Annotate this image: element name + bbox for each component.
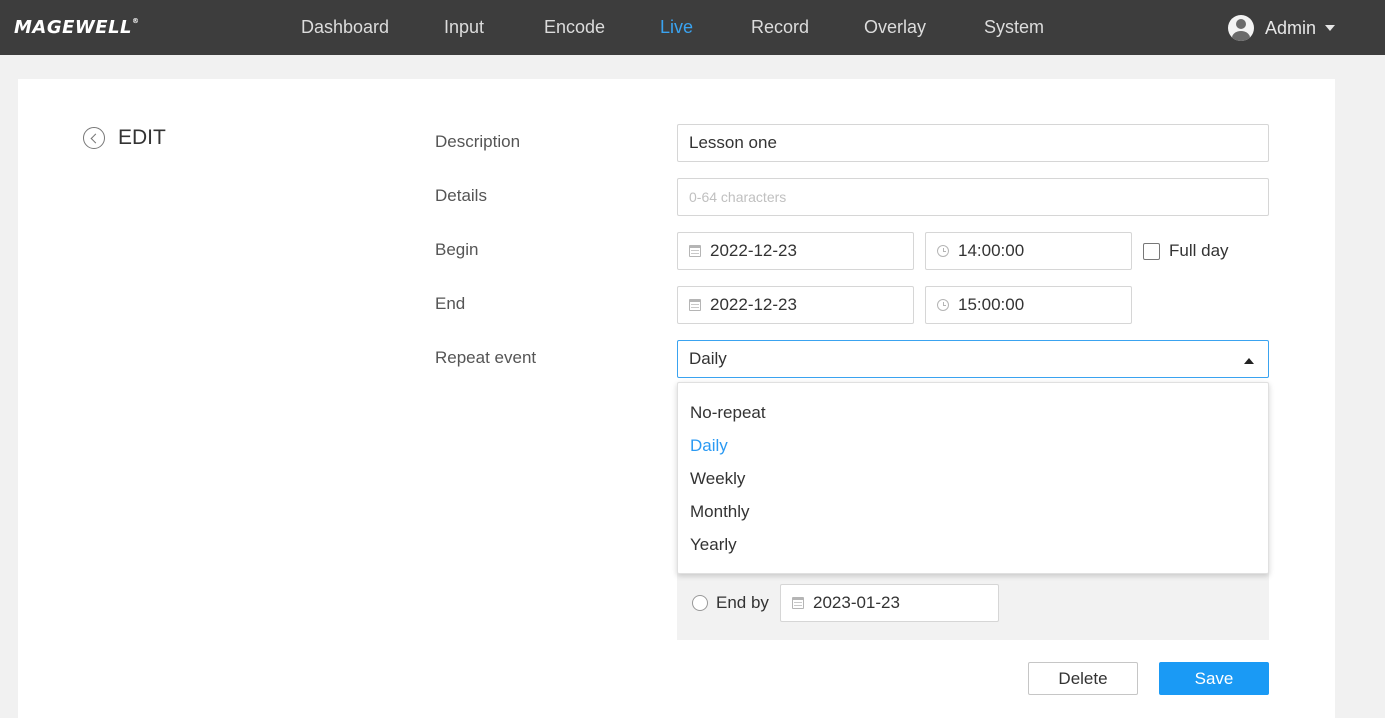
top-nav-bar: MAGEWELL® Dashboard Input Encode Live Re… <box>0 0 1385 55</box>
nav-system[interactable]: System <box>984 17 1044 38</box>
end-by-label: End by <box>716 593 769 612</box>
end-date-value: 2022-12-23 <box>710 295 797 314</box>
option-weekly[interactable]: Weekly <box>678 462 1268 495</box>
back-arrow-icon <box>83 127 105 149</box>
option-daily[interactable]: Daily <box>678 429 1268 462</box>
calendar-icon <box>689 245 701 257</box>
user-name: Admin <box>1265 17 1317 38</box>
user-menu[interactable]: Admin <box>1228 15 1336 41</box>
caret-up-icon <box>1244 358 1254 364</box>
end-date-field[interactable]: 2022-12-23 <box>677 286 914 324</box>
option-monthly[interactable]: Monthly <box>678 495 1268 528</box>
nav-encode[interactable]: Encode <box>544 17 605 38</box>
save-button[interactable]: Save <box>1159 662 1269 695</box>
checkbox-box[interactable] <box>1143 242 1160 260</box>
description-input[interactable]: Lesson one <box>677 124 1269 162</box>
end-label: End <box>435 294 466 313</box>
end-time-field[interactable]: 15:00:00 <box>925 286 1132 324</box>
end-by-date-value: 2023-01-23 <box>813 593 900 612</box>
clock-icon <box>937 245 949 257</box>
description-label: Description <box>435 132 521 151</box>
full-day-checkbox[interactable]: Full day <box>1143 241 1229 261</box>
details-label: Details <box>435 186 487 205</box>
user-avatar-icon <box>1228 15 1254 41</box>
end-time-value: 15:00:00 <box>958 295 1025 314</box>
repeat-dropdown-menu: No-repeat Daily Weekly Monthly Yearly <box>677 382 1269 574</box>
details-placeholder: 0-64 characters <box>689 189 787 205</box>
begin-date-field[interactable]: 2022-12-23 <box>677 232 914 270</box>
magewell-logo[interactable]: MAGEWELL® <box>14 17 140 38</box>
repeat-event-label: Repeat event <box>435 348 537 367</box>
full-day-label: Full day <box>1169 241 1229 260</box>
description-value: Lesson one <box>689 133 777 152</box>
back-button[interactable]: EDIT <box>83 126 166 150</box>
end-by-radio[interactable]: End by <box>692 593 769 613</box>
nav-dashboard[interactable]: Dashboard <box>301 17 389 38</box>
nav-input[interactable]: Input <box>444 17 484 38</box>
nav-record[interactable]: Record <box>751 17 809 38</box>
details-input[interactable]: 0-64 characters <box>677 178 1269 216</box>
page-title: EDIT <box>118 126 166 149</box>
begin-label: Begin <box>435 240 479 259</box>
chevron-down-icon <box>1325 25 1336 31</box>
option-no-repeat[interactable]: No-repeat <box>678 396 1268 429</box>
end-by-date-field[interactable]: 2023-01-23 <box>780 584 999 622</box>
nav-overlay[interactable]: Overlay <box>864 17 926 38</box>
calendar-icon <box>792 597 804 609</box>
begin-date-value: 2022-12-23 <box>710 241 797 260</box>
clock-icon <box>937 299 949 311</box>
nav-live[interactable]: Live <box>660 17 693 38</box>
radio-circle[interactable] <box>692 595 708 611</box>
delete-button[interactable]: Delete <box>1028 662 1138 695</box>
begin-time-field[interactable]: 14:00:00 <box>925 232 1132 270</box>
begin-time-value: 14:00:00 <box>958 241 1025 260</box>
repeat-event-select[interactable]: Daily <box>677 340 1269 378</box>
calendar-icon <box>689 299 701 311</box>
repeat-selected-value: Daily <box>689 349 727 368</box>
option-yearly[interactable]: Yearly <box>678 528 1268 561</box>
